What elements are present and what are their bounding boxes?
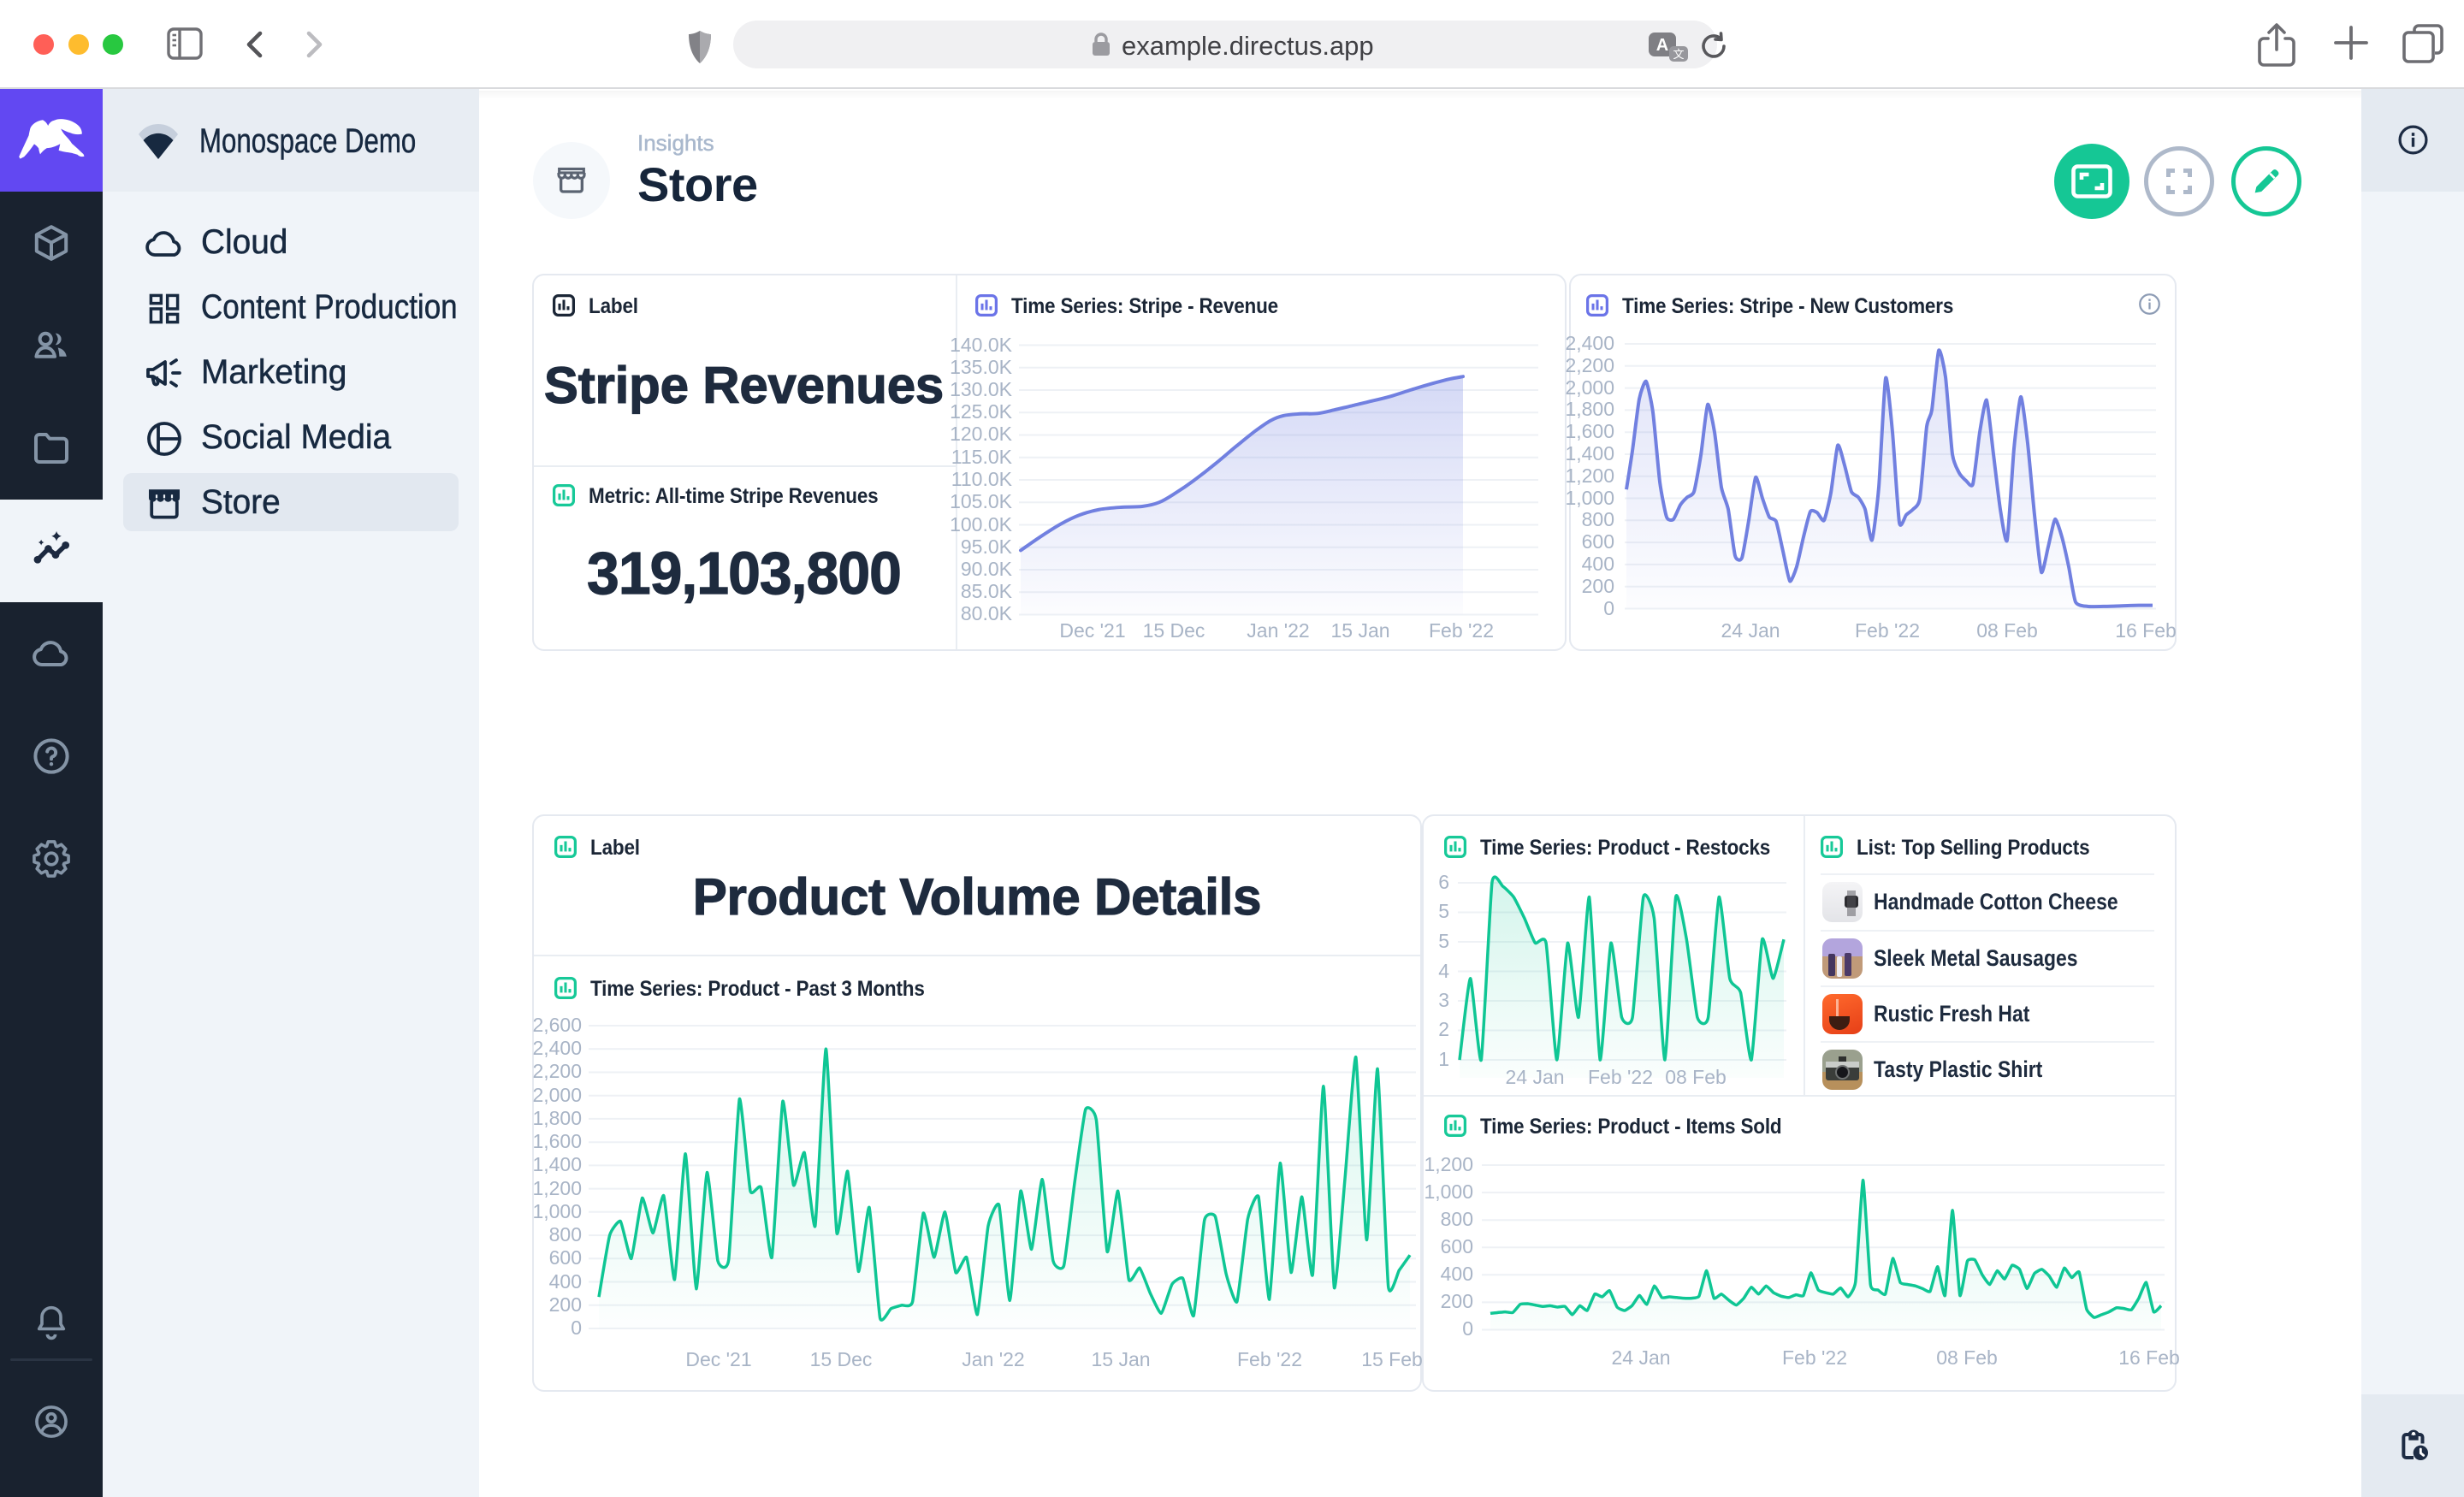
svg-text:A: A (1656, 36, 1668, 55)
svg-text:文: 文 (1673, 48, 1684, 61)
